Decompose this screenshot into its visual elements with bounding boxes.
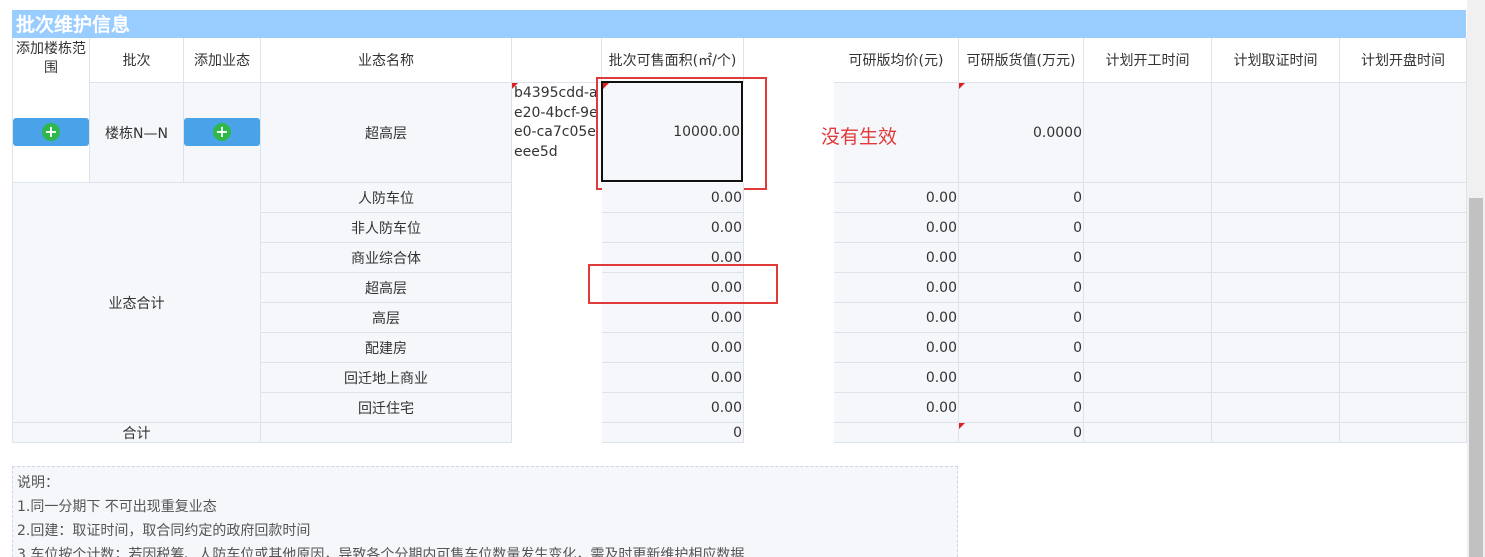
- subtotal-start: [1084, 243, 1212, 273]
- subtotal-format-name: 超高层: [261, 273, 512, 303]
- header-add-format: 添加业态: [184, 38, 261, 83]
- subtotal-cert: [1212, 333, 1340, 363]
- subtotal-cert: [1212, 363, 1340, 393]
- notes-panel: 说明： 1.同一分期下 不可出现重复业态 2.回建：取证时间，取合同约定的政府回…: [12, 466, 958, 557]
- header-start-time: 计划开工时间: [1084, 38, 1212, 83]
- subtotal-open: [1340, 303, 1467, 333]
- subtotal-area: 0.00: [602, 393, 744, 423]
- annotation-not-effective: 没有生效: [821, 126, 898, 148]
- total-start: [1084, 423, 1212, 443]
- subtotal-price: 0.00: [834, 183, 959, 213]
- total-label: 合计: [12, 423, 261, 443]
- total-format-blank: [261, 423, 512, 443]
- subtotal-area: 0.00: [602, 333, 744, 363]
- subtotal-value: 0: [959, 213, 1084, 243]
- subtotal-open: [1340, 183, 1467, 213]
- header-open-time: 计划开盘时间: [1340, 38, 1467, 83]
- subtotal-value: 0: [959, 273, 1084, 303]
- subtotal-start: [1084, 303, 1212, 333]
- subtotal-value: 0: [959, 243, 1084, 273]
- note-item: 2.回建：取证时间，取合同约定的政府回款时间: [17, 523, 311, 539]
- header-add-range: 添加楼栋范围: [12, 38, 90, 183]
- add-format-button[interactable]: +: [184, 118, 260, 146]
- subtotal-start: [1084, 183, 1212, 213]
- subtotal-open: [1340, 243, 1467, 273]
- value-cell[interactable]: 0.0000: [959, 83, 1084, 183]
- subtotal-start: [1084, 273, 1212, 303]
- subtotal-value: 0: [959, 393, 1084, 423]
- header-cert-time: 计划取证时间: [1212, 38, 1340, 83]
- cert-time-cell[interactable]: [1212, 83, 1340, 183]
- header-value: 可研版货值(万元): [959, 38, 1084, 83]
- subtotal-value: 0: [959, 363, 1084, 393]
- subtotal-price: 0.00: [834, 213, 959, 243]
- subtotal-open: [1340, 393, 1467, 423]
- subtotal-price: 0.00: [834, 273, 959, 303]
- subtotal-price: 0.00: [834, 333, 959, 363]
- subtotal-start: [1084, 363, 1212, 393]
- subtotal-open: [1340, 273, 1467, 303]
- header-blank: [512, 38, 602, 83]
- total-cert: [1212, 423, 1340, 443]
- subtotal-open: [1340, 333, 1467, 363]
- subtotal-price: 0.00: [834, 303, 959, 333]
- subtotal-format-name: 高层: [261, 303, 512, 333]
- subtotal-label: 业态合计: [12, 183, 261, 423]
- add-range-button[interactable]: +: [13, 118, 89, 146]
- highlight-box-area: [596, 77, 767, 190]
- subtotal-format-name: 回迁地上商业: [261, 363, 512, 393]
- subtotal-open: [1340, 363, 1467, 393]
- subtotal-cert: [1212, 183, 1340, 213]
- highlight-box-subtotal: [588, 264, 778, 304]
- subtotal-cert: [1212, 213, 1340, 243]
- total-value: 0: [959, 423, 1084, 443]
- subtotal-price: 0.00: [834, 363, 959, 393]
- subtotal-price: 0.00: [834, 393, 959, 423]
- subtotal-start: [1084, 333, 1212, 363]
- subtotal-format-name: 配建房: [261, 333, 512, 363]
- note-item: 3.车位按个计数；若因税筹、人防车位或其他原因，导致各个分期内可售车位数量发生变…: [17, 547, 745, 557]
- start-time-cell[interactable]: [1084, 83, 1212, 183]
- plus-icon: +: [213, 123, 231, 141]
- guid-text: b4395cdd-ae20-4bcf-9ee0-ca7c05eeee5d: [514, 85, 598, 160]
- subtotal-cert: [1212, 243, 1340, 273]
- format-name-cell[interactable]: 超高层: [261, 83, 512, 183]
- header-format-name: 业态名称: [261, 38, 512, 83]
- subtotal-value: 0: [959, 333, 1084, 363]
- section-title: 批次维护信息: [12, 10, 1466, 38]
- total-open: [1340, 423, 1467, 443]
- header-avg-price: 可研版均价(元): [834, 38, 959, 83]
- subtotal-area: 0.00: [602, 213, 744, 243]
- subtotal-start: [1084, 393, 1212, 423]
- scrollbar-thumb[interactable]: [1469, 198, 1483, 557]
- header-add-range-label: 添加楼栋范围: [16, 41, 86, 76]
- subtotal-area: 0.00: [602, 363, 744, 393]
- subtotal-value: 0: [959, 303, 1084, 333]
- subtotal-value: 0: [959, 183, 1084, 213]
- subtotal-format-name: 回迁住宅: [261, 393, 512, 423]
- subtotal-area: 0.00: [602, 303, 744, 333]
- total-area: 0: [602, 423, 744, 443]
- batch-cell[interactable]: 楼栋N—N: [90, 83, 184, 183]
- subtotal-cert: [1212, 303, 1340, 333]
- subtotal-format-name: 商业综合体: [261, 243, 512, 273]
- notes-title: 说明：: [17, 475, 59, 491]
- subtotal-start: [1084, 213, 1212, 243]
- subtotal-area: 0.00: [602, 183, 744, 213]
- subtotal-cert: [1212, 393, 1340, 423]
- subtotal-price: 0.00: [834, 243, 959, 273]
- plus-icon: +: [42, 123, 60, 141]
- total-price: [834, 423, 959, 443]
- open-time-cell[interactable]: [1340, 83, 1467, 183]
- header-batch: 批次: [90, 38, 184, 83]
- subtotal-cert: [1212, 273, 1340, 303]
- subtotal-open: [1340, 213, 1467, 243]
- note-item: 1.同一分期下 不可出现重复业态: [17, 499, 217, 515]
- subtotal-format-name: 非人防车位: [261, 213, 512, 243]
- subtotal-format-name: 人防车位: [261, 183, 512, 213]
